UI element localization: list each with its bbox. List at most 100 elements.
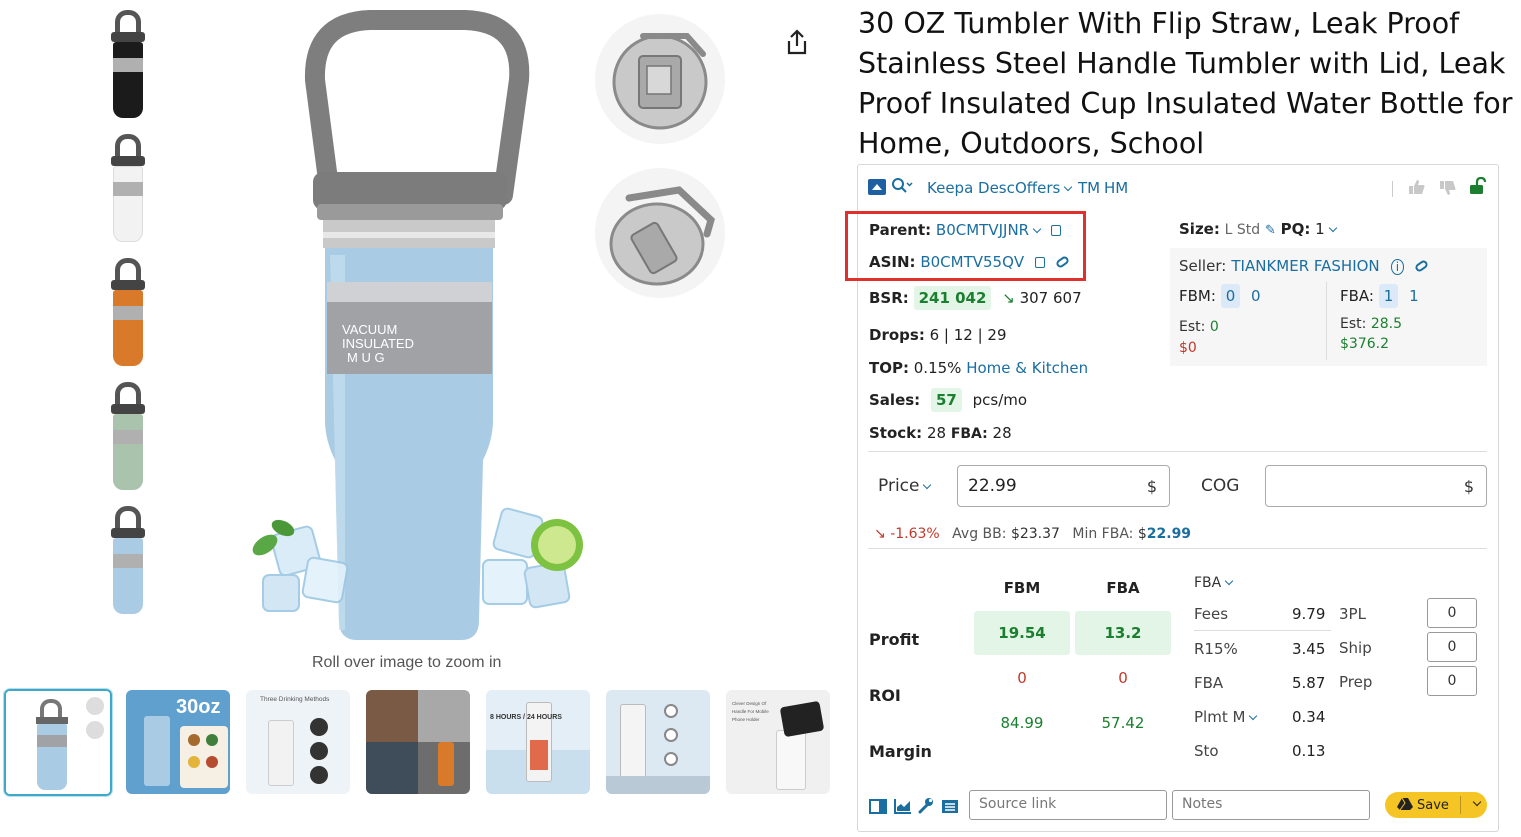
pq-value: 1	[1315, 220, 1325, 238]
lid-closed-image	[595, 14, 725, 144]
price-value: 22.99	[968, 476, 1017, 496]
unlock-icon[interactable]	[1469, 176, 1487, 199]
min-fba-label: Min FBA:	[1072, 526, 1134, 542]
stock-value: 28	[926, 424, 947, 442]
price-selector[interactable]: Price	[878, 476, 932, 496]
sidebar-toggle-icon[interactable]	[869, 799, 887, 818]
vertical-thumbnails	[100, 8, 156, 628]
thumbnail-30oz[interactable]: 30oz	[126, 690, 230, 794]
tab-offers-label: Offers	[1015, 179, 1061, 197]
save-button[interactable]: Save	[1385, 792, 1487, 818]
pq-label: PQ:	[1280, 220, 1311, 238]
fee-mode: FBA	[1194, 575, 1222, 591]
chevron-down-icon	[1224, 576, 1234, 586]
chart-icon[interactable]	[894, 798, 912, 818]
keepa-toolbar: Keepa Desc Offers TM HM	[858, 165, 1498, 205]
edit-icon[interactable]: ✎	[1265, 223, 1276, 238]
price-input[interactable]: 22.99 $	[957, 465, 1170, 507]
fba-est-money: $376.2	[1340, 336, 1389, 352]
fbm-label: FBM:	[1179, 287, 1216, 305]
fee-extra-label: Ship	[1339, 639, 1372, 657]
size-label: Size:	[1179, 220, 1220, 238]
keepa-logo-icon[interactable]	[868, 179, 886, 195]
est-label: Est:	[1179, 319, 1206, 335]
fee-label: Fees	[1194, 605, 1229, 623]
stock-label: Stock:	[869, 424, 923, 442]
notes-input[interactable]: Notes	[1172, 790, 1370, 820]
fee-value: 9.79	[1292, 605, 1326, 623]
share-icon[interactable]	[784, 28, 810, 56]
thumbnail-features[interactable]	[606, 690, 710, 794]
fee-label: FBA	[1194, 674, 1224, 692]
main-product-image[interactable]: VACUUM INSULATED M U G	[235, 0, 635, 650]
price-label: Price	[878, 476, 920, 496]
cog-input[interactable]: $	[1265, 465, 1487, 507]
fbm-count-2[interactable]: 0	[1251, 287, 1261, 305]
thumbnail-white[interactable]	[100, 132, 156, 248]
top-category-link[interactable]: Home & Kitchen	[966, 359, 1088, 377]
fee-mode-selector[interactable]: FBA	[1194, 575, 1234, 591]
roi-fbm: 0	[1017, 669, 1027, 687]
thumbnail-main[interactable]	[4, 689, 112, 796]
thumbnail-lifestyle[interactable]	[366, 690, 470, 794]
est-label: Est:	[1340, 316, 1367, 332]
thumbnail-sage[interactable]	[100, 380, 156, 496]
wrench-icon[interactable]	[917, 797, 934, 818]
thumbnail-blue[interactable]	[100, 504, 156, 620]
tab-hm[interactable]: HM	[1104, 179, 1128, 197]
seller-link[interactable]: TIANKMER FASHION	[1231, 257, 1379, 275]
tab-offers[interactable]: Offers	[1015, 179, 1073, 197]
source-link-input[interactable]: Source link	[969, 790, 1167, 820]
bsr-row: BSR: 241 042 ↘ 307 607	[869, 286, 1082, 310]
stock-fba-value: 28	[992, 424, 1012, 442]
margin-fbm: 84.99	[1000, 714, 1044, 732]
chevron-down-icon[interactable]	[1328, 223, 1337, 233]
divider	[868, 548, 1487, 549]
divider	[1392, 181, 1393, 197]
prep-input[interactable]: 0	[1427, 666, 1477, 696]
fba-row: FBA: 1 1	[1340, 284, 1419, 308]
thumbnail-caption: 8 HOURS / 24 HOURS	[490, 714, 562, 721]
link-icon[interactable]	[1414, 258, 1430, 274]
divider	[868, 451, 1487, 452]
col-fbm: FBM	[1003, 579, 1041, 597]
sales-unit: pcs/mo	[972, 391, 1028, 409]
fbm-est-value: 0	[1209, 319, 1219, 335]
profit-fbm: 19.54	[974, 611, 1070, 655]
thumbnail-caption: Clever Design Of Handle For Mobile Phone…	[732, 701, 769, 722]
stock-fba-label: FBA:	[950, 426, 988, 442]
ship-input[interactable]: 0	[1427, 632, 1477, 662]
list-icon[interactable]	[941, 799, 959, 818]
bottom-thumbnails: 30oz Three Drinking Methods 8 HOURS / 24…	[4, 689, 834, 800]
search-icon[interactable]	[891, 177, 913, 195]
thumbnail-black[interactable]	[100, 8, 156, 124]
fba-est: Est: 28.5	[1340, 316, 1402, 332]
chevron-down-icon[interactable]	[1472, 797, 1482, 807]
tab-keepa[interactable]: Keepa Desc	[927, 179, 1015, 197]
fbm-est-money: $0	[1179, 340, 1197, 356]
thumbnail-orange[interactable]	[100, 256, 156, 372]
fbm-row: FBM: 0 0	[1179, 284, 1261, 308]
min-fba-currency: $	[1137, 526, 1147, 542]
price-stats: ↘ -1.63% Avg BB: $23.37 Min FBA: $22.99	[874, 526, 1191, 542]
fba-count-2[interactable]: 1	[1409, 287, 1419, 305]
placement-selector[interactable]: Plmt M	[1194, 708, 1258, 726]
top-label: TOP:	[869, 359, 909, 377]
lid-open-image	[595, 168, 725, 298]
divider	[1460, 796, 1461, 814]
info-icon[interactable]: i	[1390, 259, 1405, 275]
thumbs-up-icon[interactable]	[1408, 179, 1426, 199]
3pl-input[interactable]: 0	[1427, 598, 1477, 628]
avg-bb-value: $23.37	[1010, 526, 1060, 542]
thumbnail-phone-holder[interactable]: Clever Design Of Handle For Mobile Phone…	[726, 690, 830, 794]
thumbs-down-icon[interactable]	[1439, 180, 1457, 200]
product-title: 30 OZ Tumbler With Flip Straw, Leak Proo…	[858, 7, 1513, 160]
tab-tm[interactable]: TM	[1078, 179, 1100, 197]
thumbnail-drinking-methods[interactable]: Three Drinking Methods	[246, 690, 350, 794]
thumbnail-hours[interactable]: 8 HOURS / 24 HOURS	[486, 690, 590, 794]
profit-label: Profit	[869, 630, 920, 649]
currency-symbol: $	[1146, 477, 1157, 496]
size-value: L Std	[1224, 222, 1261, 238]
label-line-2: INSULATED	[342, 336, 414, 351]
fba-count: 1	[1378, 284, 1399, 308]
